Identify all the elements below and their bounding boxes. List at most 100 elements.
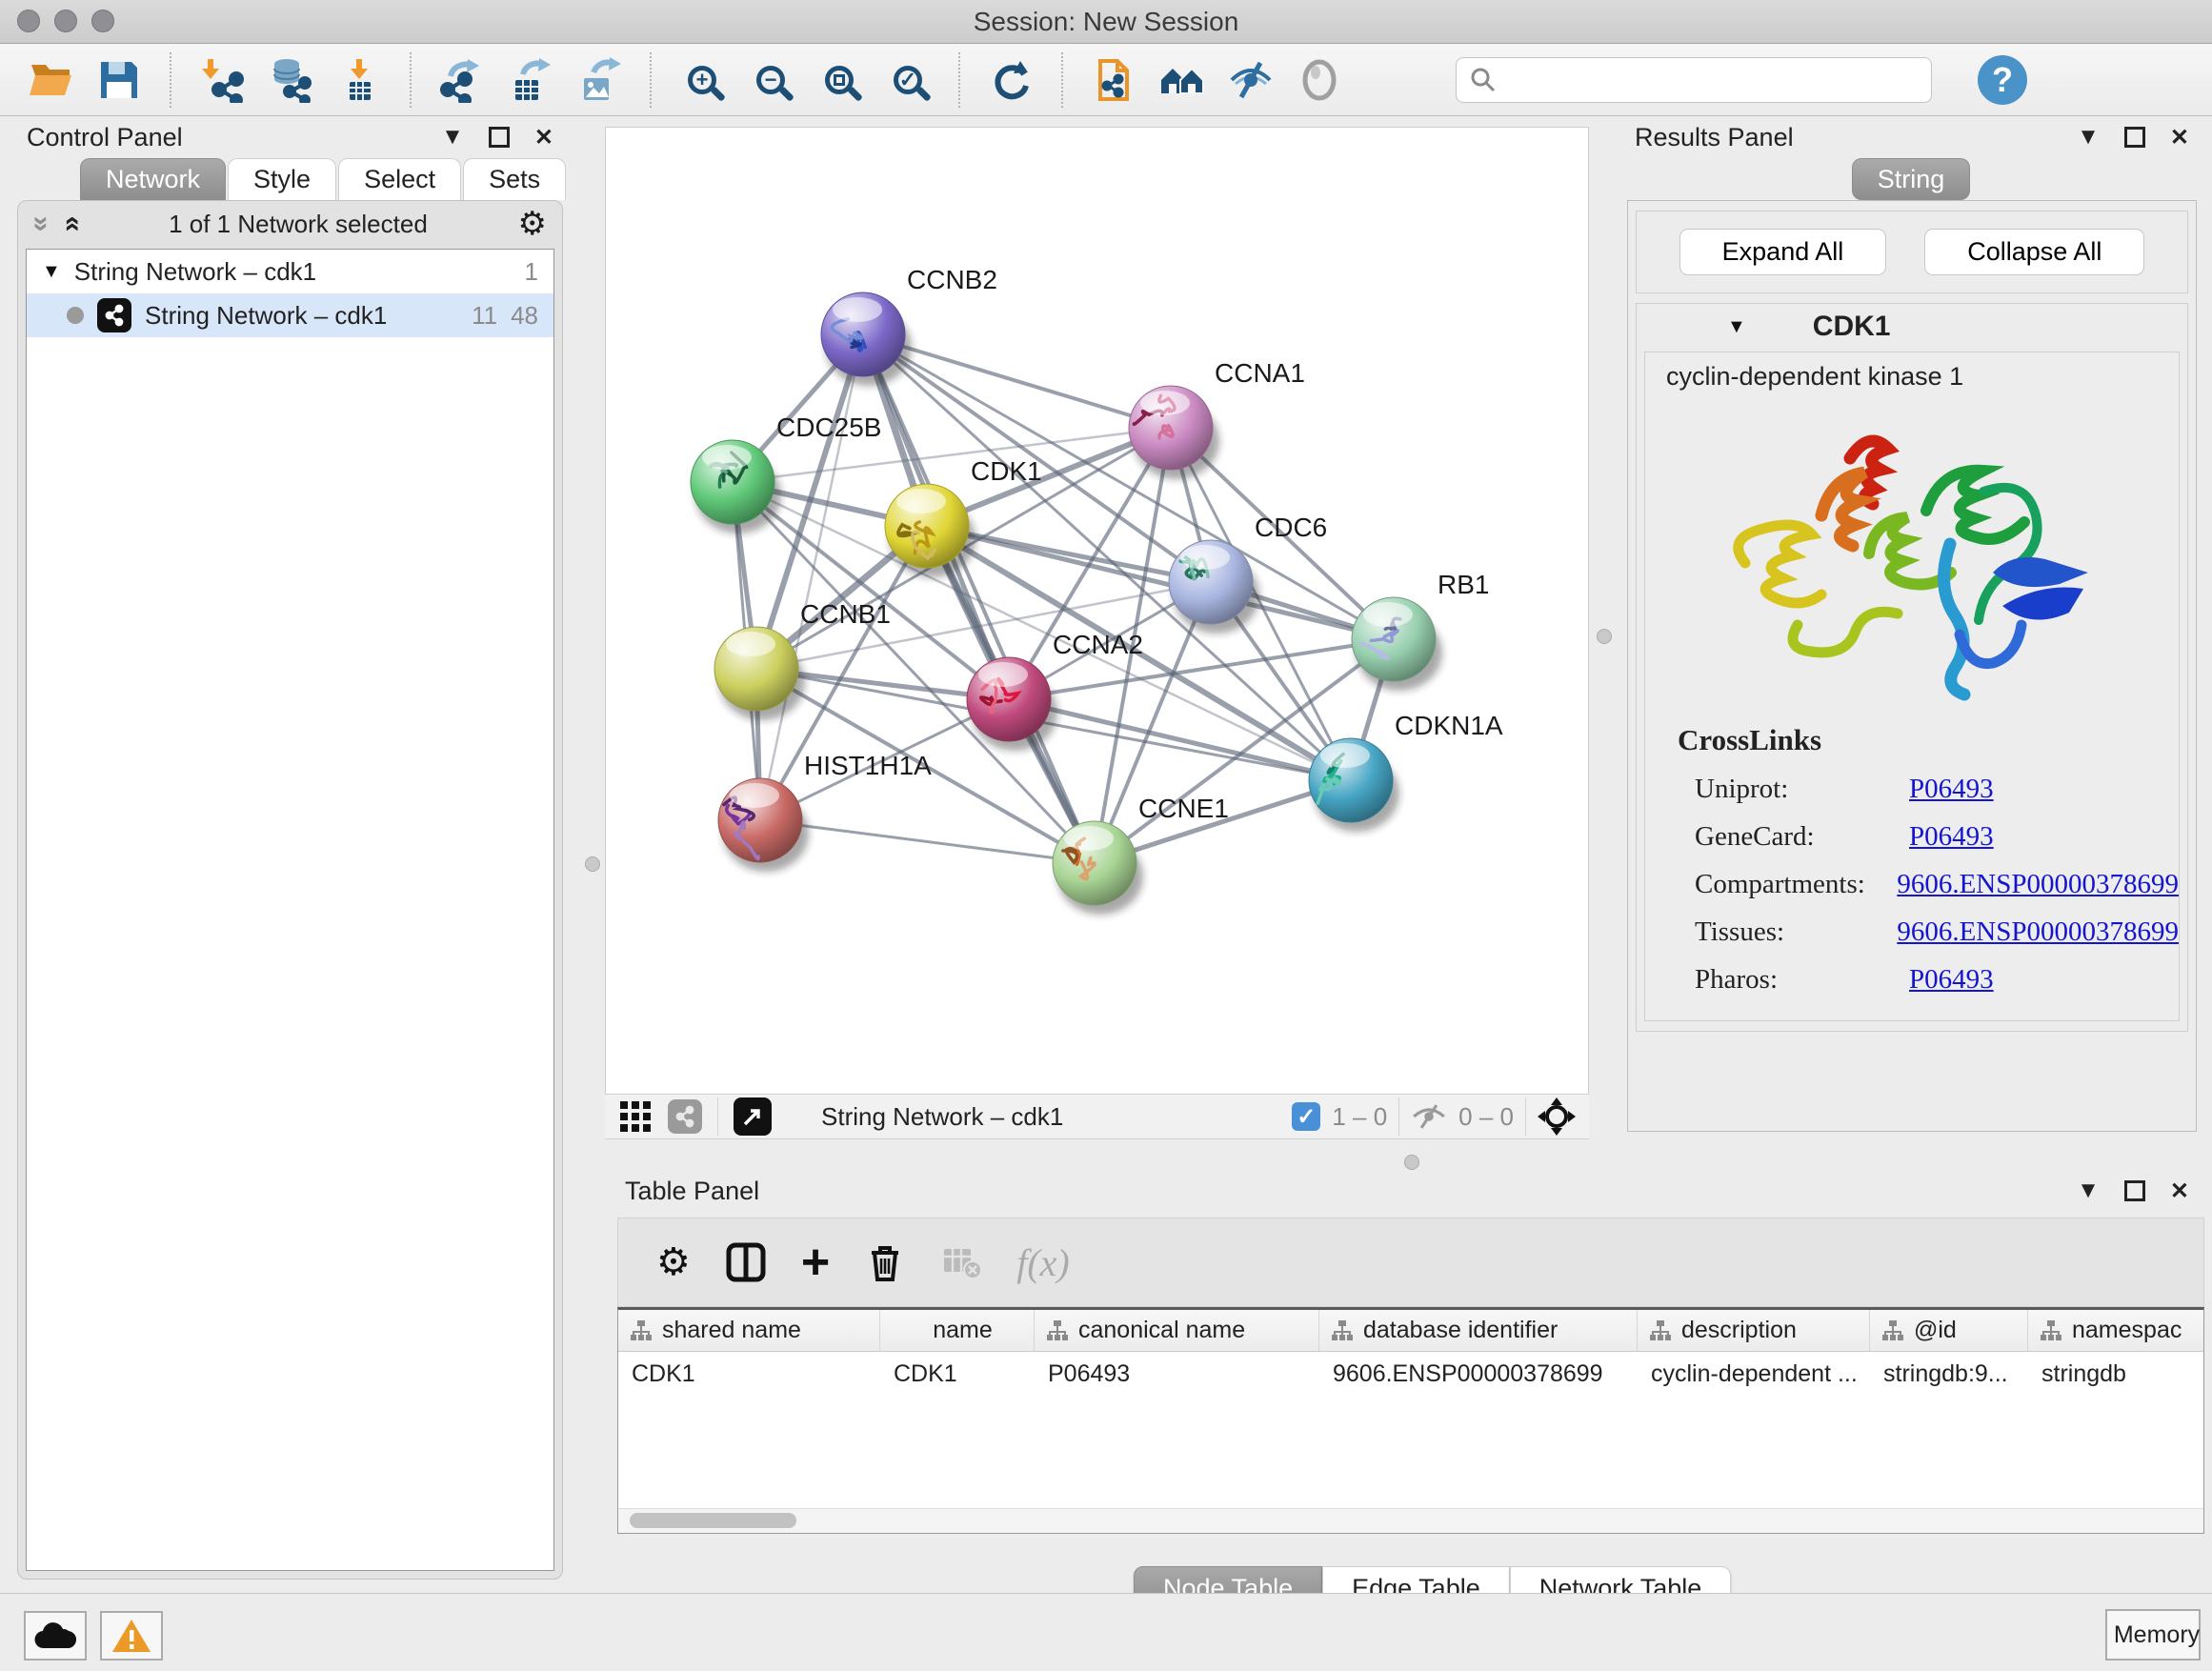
network-collection-row[interactable]: ▼ String Network – cdk1 1 (27, 250, 553, 293)
column-header-description[interactable]: description (1638, 1310, 1870, 1351)
crosslink-row: Tissues: 9606.ENSP00000378699 (1645, 916, 2179, 948)
crosslink-value-link[interactable]: P06493 (1909, 964, 1994, 996)
export-image-button[interactable] (572, 52, 627, 108)
panel-maximize-button[interactable] (489, 127, 510, 148)
crosslink-row: GeneCard: P06493 (1645, 821, 2179, 853)
maximize-window-button[interactable] (91, 10, 114, 32)
export-table-button[interactable] (503, 52, 558, 108)
show-columns-icon[interactable] (725, 1241, 767, 1283)
refresh-button[interactable] (983, 52, 1038, 108)
table-options-gear-icon[interactable]: ⚙ (656, 1240, 691, 1284)
export-network-button[interactable] (434, 52, 490, 108)
crosslink-value-link[interactable]: P06493 (1909, 821, 1994, 853)
minimize-window-button[interactable] (54, 10, 77, 32)
import-table-button[interactable] (332, 52, 387, 108)
column-header-shared-name[interactable]: shared name (618, 1310, 880, 1351)
import-network-database-button[interactable] (263, 52, 318, 108)
tab-select[interactable]: Select (338, 158, 461, 200)
left-splitter-handle[interactable] (585, 856, 600, 872)
zoom-fit-button[interactable] (812, 52, 867, 108)
node-label: CCNB1 (800, 599, 891, 629)
hide-selection-button[interactable] (1223, 52, 1278, 108)
hidden-eye-icon[interactable] (1411, 1102, 1447, 1131)
help-button[interactable]: ? (1978, 55, 2027, 105)
search-field[interactable] (1456, 57, 1932, 103)
crosslink-row: Uniprot: P06493 (1645, 774, 2179, 805)
crosslink-value-link[interactable]: 9606.ENSP00000378699 (1897, 916, 2179, 948)
memory-button[interactable]: Memory (2105, 1609, 2201, 1661)
column-tree-icon (1881, 1319, 1904, 1342)
home-button[interactable] (1155, 52, 1210, 108)
network-edge (760, 334, 863, 820)
column-header-name[interactable]: name (880, 1310, 1035, 1351)
bottom-splitter-handle[interactable] (1404, 1155, 1419, 1170)
horizontal-scrollbar[interactable] (618, 1508, 2203, 1533)
crosslink-value-link[interactable]: 9606.ENSP00000378699 (1897, 869, 2179, 900)
main-toolbar: + − ✓ ? (0, 44, 2212, 116)
tree-expand-caret[interactable]: ▼ (42, 261, 61, 283)
panel-float-button[interactable]: ▼ (441, 124, 464, 151)
node-label: CCNB2 (907, 265, 997, 294)
delete-column-trash-icon[interactable] (864, 1241, 906, 1283)
tab-sets[interactable]: Sets (463, 158, 566, 200)
collapse-all-networks-icon[interactable]: » (25, 216, 57, 232)
column-header-canonical-name[interactable]: canonical name (1035, 1310, 1319, 1351)
scrollbar-thumb[interactable] (630, 1513, 796, 1528)
network-badge-icon[interactable] (668, 1099, 702, 1134)
save-session-button[interactable] (91, 52, 147, 108)
network-canvas[interactable]: CCNB2CCNA1CDC25BCDK1CDC6RB1CCNB1CCNA2CDK… (605, 127, 1589, 1095)
panel-maximize-button[interactable] (2124, 127, 2145, 148)
panel-close-button[interactable]: ✕ (2170, 124, 2189, 151)
crosslink-value-link[interactable]: P06493 (1909, 774, 1994, 805)
navigator-crosshair-icon[interactable] (1538, 1097, 1576, 1136)
show-preview-button[interactable] (1292, 52, 1347, 108)
add-column-icon[interactable]: + (801, 1234, 830, 1291)
node-label: CDKN1A (1395, 711, 1503, 740)
search-input[interactable] (1506, 65, 1918, 94)
cloud-status-button[interactable] (24, 1611, 87, 1661)
panel-close-button[interactable]: ✕ (534, 124, 553, 151)
network-node-HIST1H1A[interactable]: HIST1H1A (718, 751, 932, 872)
zoom-selected-button[interactable]: ✓ (880, 52, 935, 108)
open-session-button[interactable] (23, 52, 78, 108)
network-node-CCNA1[interactable]: CCNA1 (1129, 358, 1305, 479)
right-splitter-handle[interactable] (1597, 629, 1612, 644)
protein-expand-caret[interactable]: ▼ (1727, 316, 1746, 338)
protein-description: cyclin-dependent kinase 1 (1645, 362, 2179, 392)
document-network-icon (1091, 57, 1136, 103)
network-node-RB1[interactable]: RB1 (1352, 570, 1489, 691)
table-row[interactable]: CDK1 CDK1 P06493 9606.ENSP00000378699 cy… (618, 1352, 2203, 1396)
column-header-id[interactable]: @id (1870, 1310, 2028, 1351)
tab-style[interactable]: Style (228, 158, 336, 200)
expand-all-networks-icon[interactable]: » (54, 216, 87, 232)
column-tree-icon (1046, 1319, 1069, 1342)
expand-all-button[interactable]: Expand All (1679, 229, 1887, 275)
panel-close-button[interactable]: ✕ (2170, 1178, 2189, 1205)
column-header-database-identifier[interactable]: database identifier (1319, 1310, 1638, 1351)
close-window-button[interactable] (17, 10, 40, 32)
network-node-CDC25B[interactable]: CDC25B (691, 413, 881, 534)
birds-eye-grid-icon[interactable] (618, 1099, 653, 1134)
panel-float-button[interactable]: ▼ (2077, 1178, 2100, 1204)
panel-float-button[interactable]: ▼ (2077, 124, 2100, 151)
selected-nodes-checkbox[interactable]: ✓ (1292, 1102, 1320, 1131)
network-document-button[interactable] (1086, 52, 1141, 108)
tab-network[interactable]: Network (80, 158, 226, 200)
warning-status-button[interactable] (100, 1611, 163, 1661)
import-network-file-button[interactable] (194, 52, 250, 108)
zoom-in-button[interactable]: + (674, 52, 730, 108)
column-header-namespace[interactable]: namespac (2028, 1310, 2203, 1351)
network-row[interactable]: String Network – cdk1 11 48 (27, 293, 553, 337)
network-options-gear-icon[interactable]: ⚙ (518, 205, 547, 243)
collapse-all-button[interactable]: Collapse All (1924, 229, 2144, 275)
eye-slash-icon (1228, 57, 1274, 103)
network-node-CCNE1[interactable]: CCNE1 (1053, 794, 1229, 915)
tab-string[interactable]: String (1852, 158, 1971, 200)
open-in-window-button[interactable] (734, 1097, 772, 1136)
network-node-CDKN1A[interactable]: CDKN1A (1309, 711, 1503, 832)
panel-maximize-button[interactable] (2124, 1180, 2145, 1201)
node-label: CCNE1 (1138, 794, 1229, 823)
node-table: shared name name canonical name database… (617, 1307, 2204, 1534)
column-tree-icon (1649, 1319, 1672, 1342)
zoom-out-button[interactable]: − (743, 52, 798, 108)
